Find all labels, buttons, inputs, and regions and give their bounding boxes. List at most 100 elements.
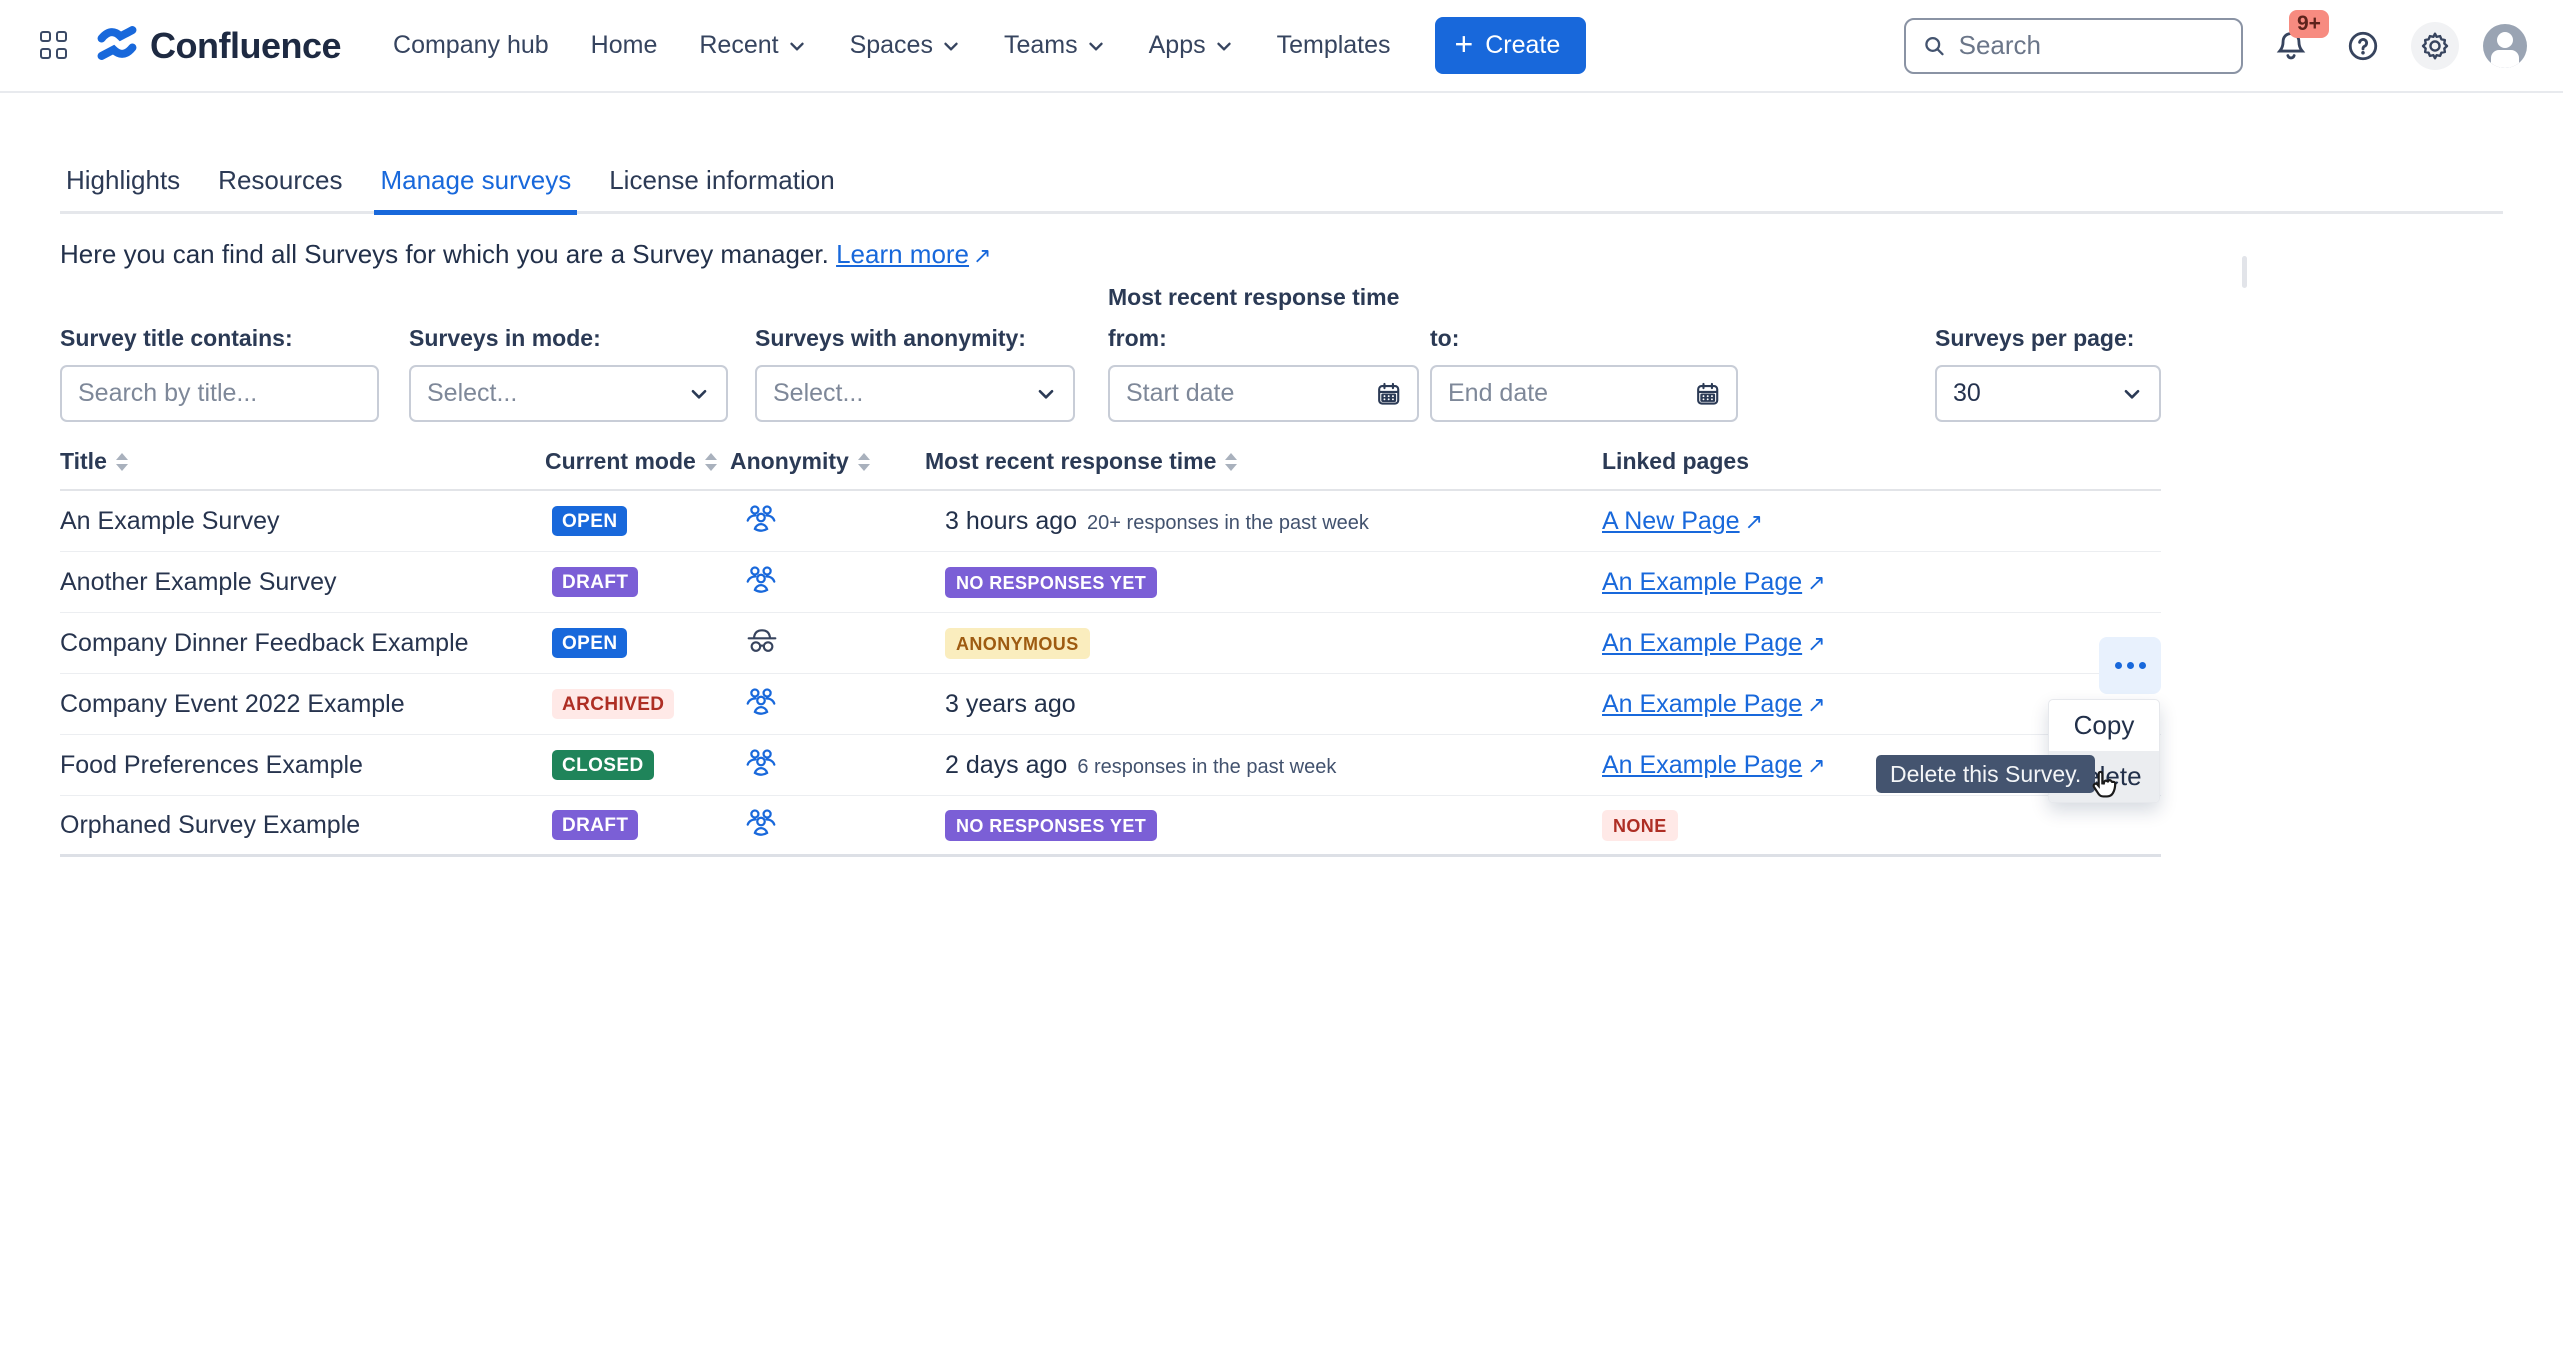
response-time: 3 hours ago bbox=[945, 507, 1077, 536]
sort-icon[interactable] bbox=[858, 453, 870, 471]
settings-button[interactable] bbox=[2411, 22, 2459, 70]
tab-manage-surveys[interactable]: Manage surveys bbox=[374, 165, 577, 215]
sort-icon[interactable] bbox=[116, 453, 128, 471]
group-users-icon bbox=[746, 808, 776, 838]
status-badge: OPEN bbox=[552, 628, 627, 658]
notifications-button[interactable]: 9+ bbox=[2267, 22, 2315, 70]
chevron-down-icon bbox=[2121, 383, 2143, 405]
anonymity-filter-select[interactable]: Select... bbox=[755, 365, 1075, 422]
chevron-down-icon bbox=[688, 383, 710, 405]
per-page-select[interactable]: 30 bbox=[1935, 365, 2161, 422]
sort-icon[interactable] bbox=[1225, 453, 1237, 471]
confluence-page: Confluence Company hub Home Recent Space… bbox=[0, 0, 2563, 1352]
table-row: Another Example Survey DRAFT NO RESPONSE… bbox=[60, 552, 2161, 613]
learn-more-link[interactable]: Learn more bbox=[836, 239, 969, 269]
nav-item-company-hub[interactable]: Company hub bbox=[393, 31, 549, 60]
scrollbar-thumb[interactable] bbox=[2242, 256, 2247, 288]
chevron-down-icon bbox=[940, 35, 962, 57]
linked-page-link[interactable]: An Example Page bbox=[1602, 629, 1826, 657]
cursor-pointer bbox=[2085, 768, 2121, 811]
user-avatar[interactable] bbox=[2483, 24, 2527, 68]
response-count: 20+ responses in the past week bbox=[1087, 512, 1369, 535]
response-time-group-label: Most recent response time bbox=[1108, 284, 1738, 311]
header-response-time: Most recent response time bbox=[925, 448, 1602, 475]
top-navigation: Confluence Company hub Home Recent Space… bbox=[0, 0, 2563, 93]
to-date-field[interactable] bbox=[1430, 365, 1738, 422]
search-input[interactable] bbox=[1959, 30, 2225, 61]
calendar-icon[interactable] bbox=[1376, 380, 1401, 408]
status-badge: DRAFT bbox=[552, 567, 638, 597]
header-linked-pages: Linked pages bbox=[1602, 448, 2161, 475]
response-badge: NO RESPONSES YET bbox=[945, 810, 1157, 841]
chevron-down-icon bbox=[786, 35, 808, 57]
linked-page-link[interactable]: An Example Page bbox=[1602, 690, 1826, 718]
ellipsis-icon bbox=[2115, 662, 2146, 669]
from-label: from: bbox=[1108, 325, 1419, 352]
incognito-icon bbox=[746, 626, 778, 656]
calendar-icon[interactable] bbox=[1695, 380, 1720, 408]
table-row: Company Dinner Feedback Example OPEN ANO… bbox=[60, 613, 2161, 674]
table-row: Food Preferences Example CLOSED 2 days a… bbox=[60, 735, 2161, 796]
linked-page-link[interactable]: A New Page bbox=[1602, 507, 1763, 535]
search-icon bbox=[1922, 32, 1947, 60]
from-date-field[interactable] bbox=[1108, 365, 1419, 422]
nav-item-teams[interactable]: Teams bbox=[1004, 31, 1107, 60]
chevron-down-icon bbox=[1085, 35, 1107, 57]
group-users-icon bbox=[746, 504, 776, 534]
table-row: An Example Survey OPEN 3 hours ago 20+ r… bbox=[60, 491, 2161, 552]
to-label: to: bbox=[1430, 325, 1738, 352]
mode-filter-label: Surveys in mode: bbox=[409, 325, 728, 352]
plus-icon: + bbox=[1455, 28, 1474, 60]
tab-highlights[interactable]: Highlights bbox=[60, 165, 186, 215]
nav-item-apps[interactable]: Apps bbox=[1149, 31, 1235, 60]
surveys-table: Title Current mode Anonymity Most recent… bbox=[60, 448, 2161, 857]
per-page-label: Surveys per page: bbox=[1935, 325, 2161, 352]
table-row: Company Event 2022 Example ARCHIVED 3 ye… bbox=[60, 674, 2161, 735]
linked-page-link[interactable]: An Example Page bbox=[1602, 568, 1826, 596]
from-date-input[interactable] bbox=[1126, 379, 1376, 408]
nav-menu: Company hub Home Recent Spaces Teams App… bbox=[393, 31, 1391, 60]
create-button[interactable]: + Create bbox=[1435, 17, 1587, 74]
global-search[interactable] bbox=[1904, 18, 2243, 74]
sort-icon[interactable] bbox=[705, 453, 717, 471]
anonymity-filter-label: Surveys with anonymity: bbox=[755, 325, 1075, 352]
confluence-logo-icon bbox=[96, 22, 138, 69]
intro-text: Here you can find all Surveys for which … bbox=[60, 239, 2503, 270]
group-users-icon bbox=[746, 565, 776, 595]
title-filter-field[interactable] bbox=[60, 365, 379, 422]
page-tabs: Highlights Resources Manage surveys Lice… bbox=[60, 165, 2503, 214]
response-count: 6 responses in the past week bbox=[1077, 756, 1336, 779]
response-time: 2 days ago bbox=[945, 751, 1067, 780]
question-mark-icon bbox=[2346, 29, 2380, 63]
status-badge: CLOSED bbox=[552, 750, 654, 780]
mode-filter-select[interactable]: Select... bbox=[409, 365, 728, 422]
status-badge: DRAFT bbox=[552, 810, 638, 840]
nav-item-recent[interactable]: Recent bbox=[699, 31, 807, 60]
header-title: Title bbox=[60, 448, 545, 475]
notification-count-badge: 9+ bbox=[2289, 10, 2329, 38]
more-actions-button[interactable] bbox=[2099, 637, 2161, 694]
nav-item-home[interactable]: Home bbox=[591, 31, 658, 60]
table-header-row: Title Current mode Anonymity Most recent… bbox=[60, 448, 2161, 491]
app-switcher-icon[interactable] bbox=[40, 31, 70, 61]
avatar-person-icon bbox=[2497, 32, 2513, 48]
response-badge: NO RESPONSES YET bbox=[945, 567, 1157, 598]
gear-icon bbox=[2419, 30, 2451, 62]
confluence-logo[interactable]: Confluence bbox=[96, 22, 341, 69]
linked-page-link[interactable]: An Example Page bbox=[1602, 751, 1826, 779]
tab-resources[interactable]: Resources bbox=[212, 165, 348, 215]
title-filter-input[interactable] bbox=[78, 379, 361, 408]
response-time: 3 years ago bbox=[945, 690, 1076, 719]
menu-item-copy[interactable]: Copy bbox=[2049, 700, 2159, 751]
nav-item-templates[interactable]: Templates bbox=[1277, 31, 1391, 60]
help-button[interactable] bbox=[2339, 22, 2387, 70]
no-linked-pages-badge: NONE bbox=[1602, 810, 1678, 841]
chevron-down-icon bbox=[1213, 35, 1235, 57]
survey-filters: Survey title contains: Surveys in mode: … bbox=[60, 284, 2503, 422]
to-date-input[interactable] bbox=[1448, 379, 1695, 408]
title-filter-label: Survey title contains: bbox=[60, 325, 379, 352]
nav-item-spaces[interactable]: Spaces bbox=[850, 31, 962, 60]
response-badge: ANONYMOUS bbox=[945, 628, 1090, 659]
delete-tooltip: Delete this Survey. bbox=[1876, 755, 2095, 793]
tab-license-information[interactable]: License information bbox=[603, 165, 840, 215]
